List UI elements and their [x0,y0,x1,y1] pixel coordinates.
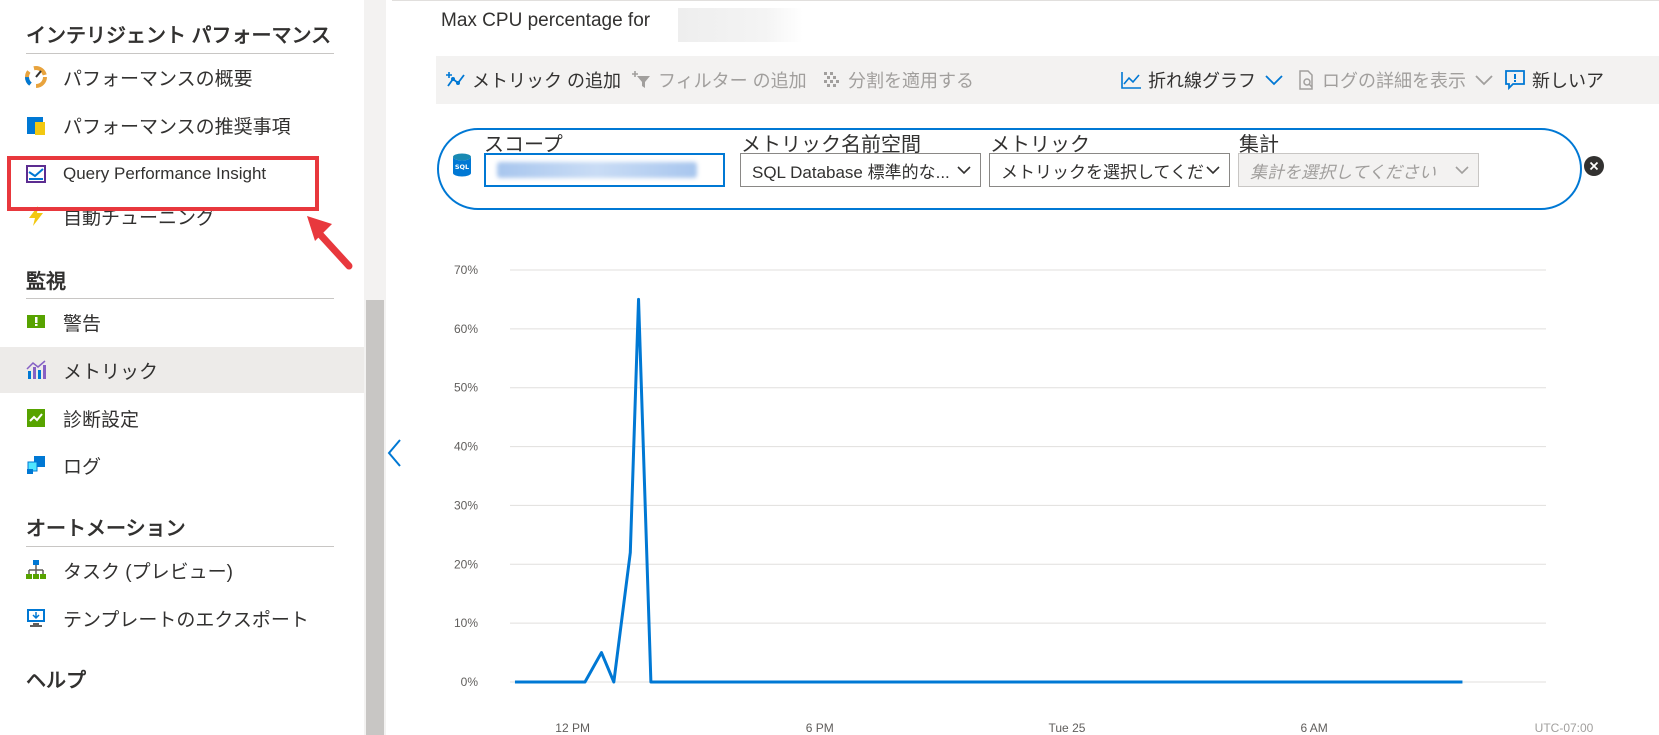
x-tick-label: 6 AM [1300,721,1327,735]
y-tick-label: 70% [454,263,478,277]
x-tick-label: 12 PM [555,721,590,735]
sidebar-scrollbar-thumb[interactable] [366,300,384,735]
metrics-pane: Max CPU percentage for メトリック の追加 フィルター の… [386,0,1659,735]
sidebar-item-logs[interactable]: ログ [0,442,364,488]
sidebar-item-performance-overview[interactable]: パフォーマンスの概要 [0,54,364,100]
sidebar-item-query-performance-insight[interactable]: Query Performance Insight [0,151,364,197]
sidebar-item-label: 自動チューニング [63,207,216,229]
diagnostic-settings-icon [24,406,48,430]
sidebar-item-label: パフォーマンスの推奨事項 [63,116,291,138]
y-tick-label: 60% [454,322,478,336]
sidebar-item-label: ログ [63,456,102,478]
y-tick-label: 50% [454,381,478,395]
sidebar-item-label: 診断設定 [63,409,140,431]
sidebar-item-export-template[interactable]: テンプレートのエクスポート [0,595,364,641]
export-template-icon [24,606,48,630]
section-heading-monitoring: 監視 [26,271,66,293]
sidebar-item-diagnostic-settings[interactable]: 診断設定 [0,395,364,441]
recommendations-icon [24,113,48,137]
sidebar-item-label: テンプレートのエクスポート [63,609,309,631]
sidebar-item-label: Query Performance Insight [63,164,267,183]
resource-sidebar: インテリジェント パフォーマンス パフォーマンスの概要 パフォーマンスの推奨事項… [0,0,364,735]
x-tick-label: Tue 25 [1049,721,1086,735]
y-tick-label: 0% [461,675,479,689]
logs-icon [24,453,48,477]
metric-chart: 70% 60% 50% 40% 30% 20% 10% 0% 12 PM 6 PM Tue 25 6… [454,263,1594,735]
y-tick-label: 40% [454,440,478,454]
alert-icon [24,310,48,334]
section-heading-help: ヘルプ [26,670,86,692]
y-tick-label: 10% [454,616,478,630]
timezone-label: UTC-07:00 [1535,721,1594,735]
lightning-icon [24,204,48,228]
query-insight-icon [24,162,48,186]
y-tick-label: 30% [454,498,478,512]
sidebar-item-performance-recommendations[interactable]: パフォーマンスの推奨事項 [0,102,364,148]
sidebar-item-label: 警告 [63,313,102,335]
sidebar-item-alerts[interactable]: 警告 [0,299,364,345]
sidebar-item-metrics[interactable]: メトリック [0,347,364,393]
metrics-icon [24,358,48,382]
section-heading-automation: オートメーション [26,518,186,540]
pointer-arrow-icon [307,216,353,270]
series-line [514,297,1463,684]
sidebar-item-label: タスク (プレビュー) [63,561,233,583]
sidebar-item-label: メトリック [63,361,159,383]
sidebar-item-tasks[interactable]: タスク (プレビュー) [0,547,364,593]
tasks-icon [24,558,48,582]
app-window: インテリジェント パフォーマンス パフォーマンスの概要 パフォーマンスの推奨事項… [0,0,1659,735]
sidebar-item-label: パフォーマンスの概要 [63,68,253,90]
y-tick-label: 20% [454,557,478,571]
performance-overview-icon [24,65,48,89]
x-tick-label: 6 PM [806,721,834,735]
section-heading-intelligent-performance: インテリジェント パフォーマンス [26,25,332,47]
